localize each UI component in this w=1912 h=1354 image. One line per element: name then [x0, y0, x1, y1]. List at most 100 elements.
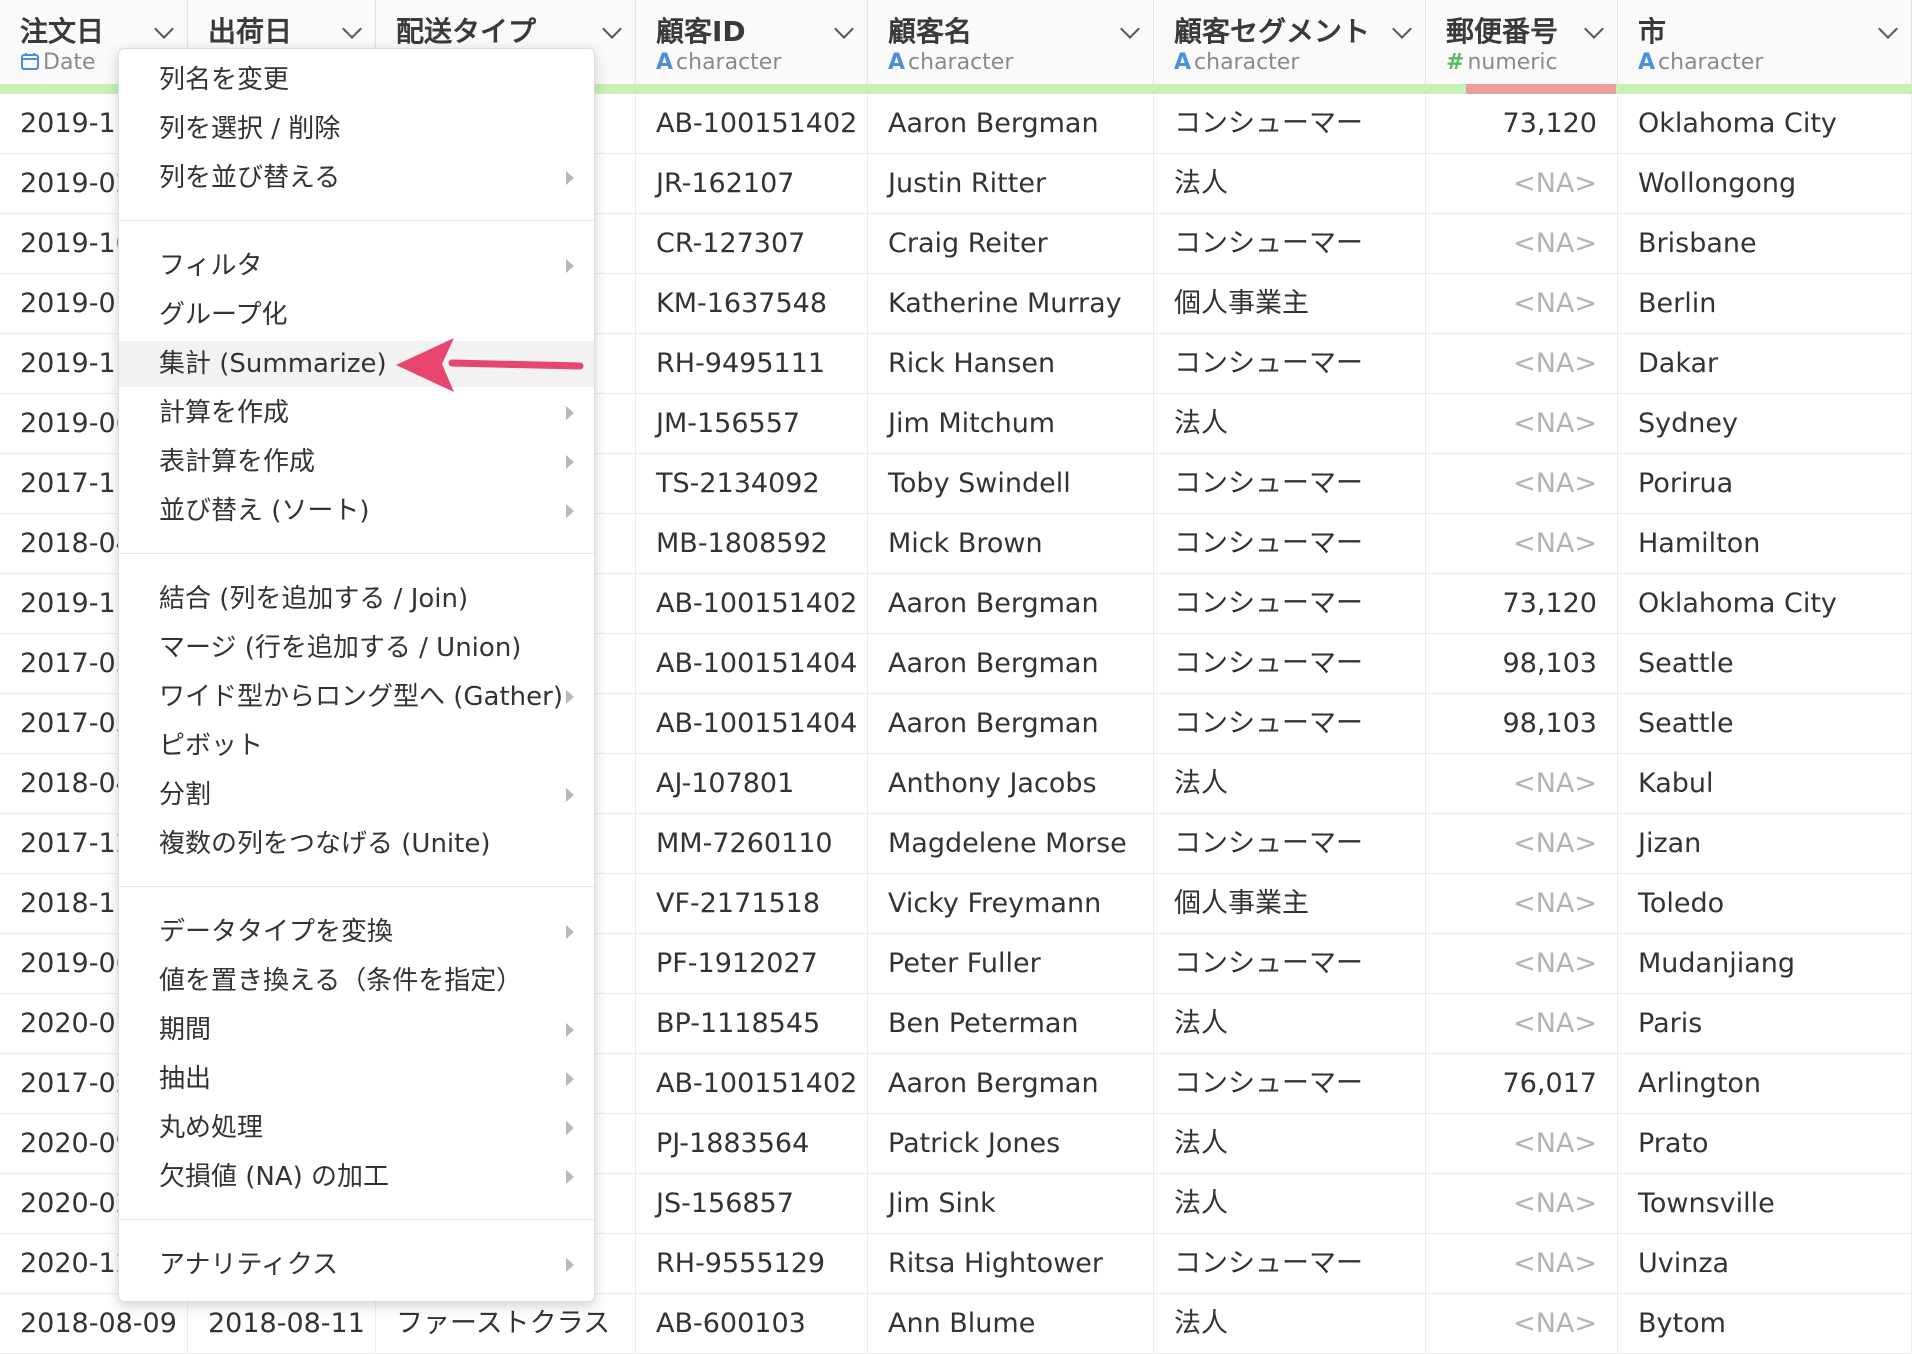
table-cell: <NA>	[1426, 1174, 1618, 1234]
column-header-5[interactable]: 顧客名 Acharacter	[868, 0, 1154, 84]
table-cell: Justin Ritter	[868, 154, 1154, 214]
menu-item[interactable]: フィルタ	[119, 243, 594, 289]
menu-item[interactable]: マージ (行を追加する / Union)	[119, 625, 594, 671]
menu-item[interactable]: 丸め処理	[119, 1105, 594, 1151]
column-header-8[interactable]: 市 Acharacter	[1618, 0, 1912, 84]
menu-item[interactable]: 値を置き換える（条件を指定）	[119, 958, 594, 1004]
menu-item[interactable]: 結合 (列を追加する / Join)	[119, 576, 594, 622]
table-cell: Ben Peterman	[868, 994, 1154, 1054]
table-cell: Bytom	[1618, 1294, 1912, 1354]
table-cell: AJ-107801	[636, 754, 868, 814]
chevron-down-icon[interactable]	[1120, 19, 1140, 39]
table-cell: AB-100151402	[636, 1054, 868, 1114]
table-cell: PJ-1883564	[636, 1114, 868, 1174]
table-cell: <NA>	[1426, 814, 1618, 874]
menu-item[interactable]: 列を並び替える	[119, 155, 594, 201]
menu-item-label: ワイド型からロング型へ (Gather)	[159, 682, 563, 712]
submenu-arrow-icon	[566, 788, 574, 802]
table-cell: VF-2171518	[636, 874, 868, 934]
table-cell: Aaron Bergman	[868, 634, 1154, 694]
chevron-down-icon[interactable]	[154, 19, 174, 39]
character-type-icon: A	[656, 50, 674, 75]
submenu-arrow-icon	[566, 1170, 574, 1184]
column-type-label: character	[676, 50, 782, 75]
table-cell: <NA>	[1426, 1234, 1618, 1294]
column-header-6[interactable]: 顧客セグメント Acharacter	[1154, 0, 1426, 84]
table-cell: Rick Hansen	[868, 334, 1154, 394]
menu-item[interactable]: 期間	[119, 1007, 594, 1053]
column-type-label: character	[1194, 50, 1300, 75]
table-cell: 76,017	[1426, 1054, 1618, 1114]
table-cell: Seattle	[1618, 634, 1912, 694]
submenu-arrow-icon	[566, 1258, 574, 1272]
table-cell: Craig Reiter	[868, 214, 1154, 274]
menu-item[interactable]: 表計算を作成	[119, 439, 594, 485]
table-cell: Jim Sink	[868, 1174, 1154, 1234]
column-name: 顧客セグメント	[1174, 15, 1371, 48]
menu-item[interactable]: 列を選択 / 削除	[119, 106, 594, 152]
menu-item[interactable]: アナリティクス	[119, 1242, 594, 1288]
menu-item[interactable]: データタイプを変換	[119, 909, 594, 955]
column-type: # numeric	[1446, 50, 1558, 75]
table-cell: コンシューマー	[1154, 1234, 1426, 1294]
menu-item[interactable]: 欠損値 (NA) の加工	[119, 1154, 594, 1200]
menu-item-label: 期間	[159, 1015, 212, 1045]
table-cell: 98,103	[1426, 694, 1618, 754]
table-cell: AB-100151404	[636, 634, 868, 694]
column-header-4[interactable]: 顧客ID Acharacter	[636, 0, 868, 84]
chevron-down-icon[interactable]	[602, 19, 622, 39]
submenu-arrow-icon	[566, 925, 574, 939]
table-cell: Oklahoma City	[1618, 574, 1912, 634]
table-cell: コンシューマー	[1154, 94, 1426, 154]
character-type-icon: A	[1174, 50, 1192, 75]
menu-item[interactable]: 分割	[119, 772, 594, 818]
table-cell: コンシューマー	[1154, 934, 1426, 994]
menu-item[interactable]: 列名を変更	[119, 57, 594, 103]
table-cell: 2018-08-09	[0, 1294, 188, 1354]
table-cell: Patrick Jones	[868, 1114, 1154, 1174]
column-type-label: Date	[43, 50, 96, 75]
column-header-7[interactable]: 郵便番号 # numeric	[1426, 0, 1618, 84]
table-cell: コンシューマー	[1154, 214, 1426, 274]
submenu-arrow-icon	[566, 690, 574, 704]
chevron-down-icon[interactable]	[1878, 19, 1898, 39]
table-cell: Jizan	[1618, 814, 1912, 874]
chevron-down-icon[interactable]	[342, 19, 362, 39]
table-cell: Vicky Freymann	[868, 874, 1154, 934]
table-cell: Anthony Jacobs	[868, 754, 1154, 814]
table-cell: Oklahoma City	[1618, 94, 1912, 154]
menu-item[interactable]: 複数の列をつなげる (Unite)	[119, 821, 594, 867]
table-cell: 法人	[1154, 994, 1426, 1054]
chevron-down-icon[interactable]	[1392, 19, 1412, 39]
column-type: Acharacter	[1638, 50, 1763, 75]
missing-values-bar	[1466, 84, 1616, 94]
submenu-arrow-icon	[566, 1121, 574, 1135]
table-cell: 法人	[1154, 1174, 1426, 1234]
menu-item-label: 列を並び替える	[159, 163, 341, 193]
menu-item-label: 欠損値 (NA) の加工	[159, 1162, 390, 1192]
table-cell: 法人	[1154, 754, 1426, 814]
chevron-down-icon[interactable]	[1584, 19, 1604, 39]
menu-item-label: 結合 (列を追加する / Join)	[159, 584, 469, 614]
menu-item[interactable]: ピボット	[119, 723, 594, 769]
chevron-down-icon[interactable]	[834, 19, 854, 39]
table-cell: CR-127307	[636, 214, 868, 274]
column-type-label: character	[908, 50, 1014, 75]
menu-item[interactable]: 並び替え (ソート)	[119, 488, 594, 534]
table-cell: RH-9555129	[636, 1234, 868, 1294]
menu-item[interactable]: ワイド型からロング型へ (Gather)	[119, 674, 594, 720]
table-row: 2018-08-09 2018-08-11 ファーストクラス AB-600103 Ann…	[0, 1294, 1912, 1354]
menu-item[interactable]: 抽出	[119, 1056, 594, 1102]
table-cell: Porirua	[1618, 454, 1912, 514]
table-cell: Paris	[1618, 994, 1912, 1054]
table-cell: <NA>	[1426, 214, 1618, 274]
menu-item-label: 計算を作成	[159, 398, 290, 428]
table-cell: Brisbane	[1618, 214, 1912, 274]
table-cell: コンシューマー	[1154, 814, 1426, 874]
table-cell: Arlington	[1618, 1054, 1912, 1114]
menu-item-label: 丸め処理	[159, 1113, 264, 1143]
table-cell: <NA>	[1426, 514, 1618, 574]
table-cell: コンシューマー	[1154, 514, 1426, 574]
table-cell: Toby Swindell	[868, 454, 1154, 514]
column-name: 出荷日	[208, 15, 293, 48]
